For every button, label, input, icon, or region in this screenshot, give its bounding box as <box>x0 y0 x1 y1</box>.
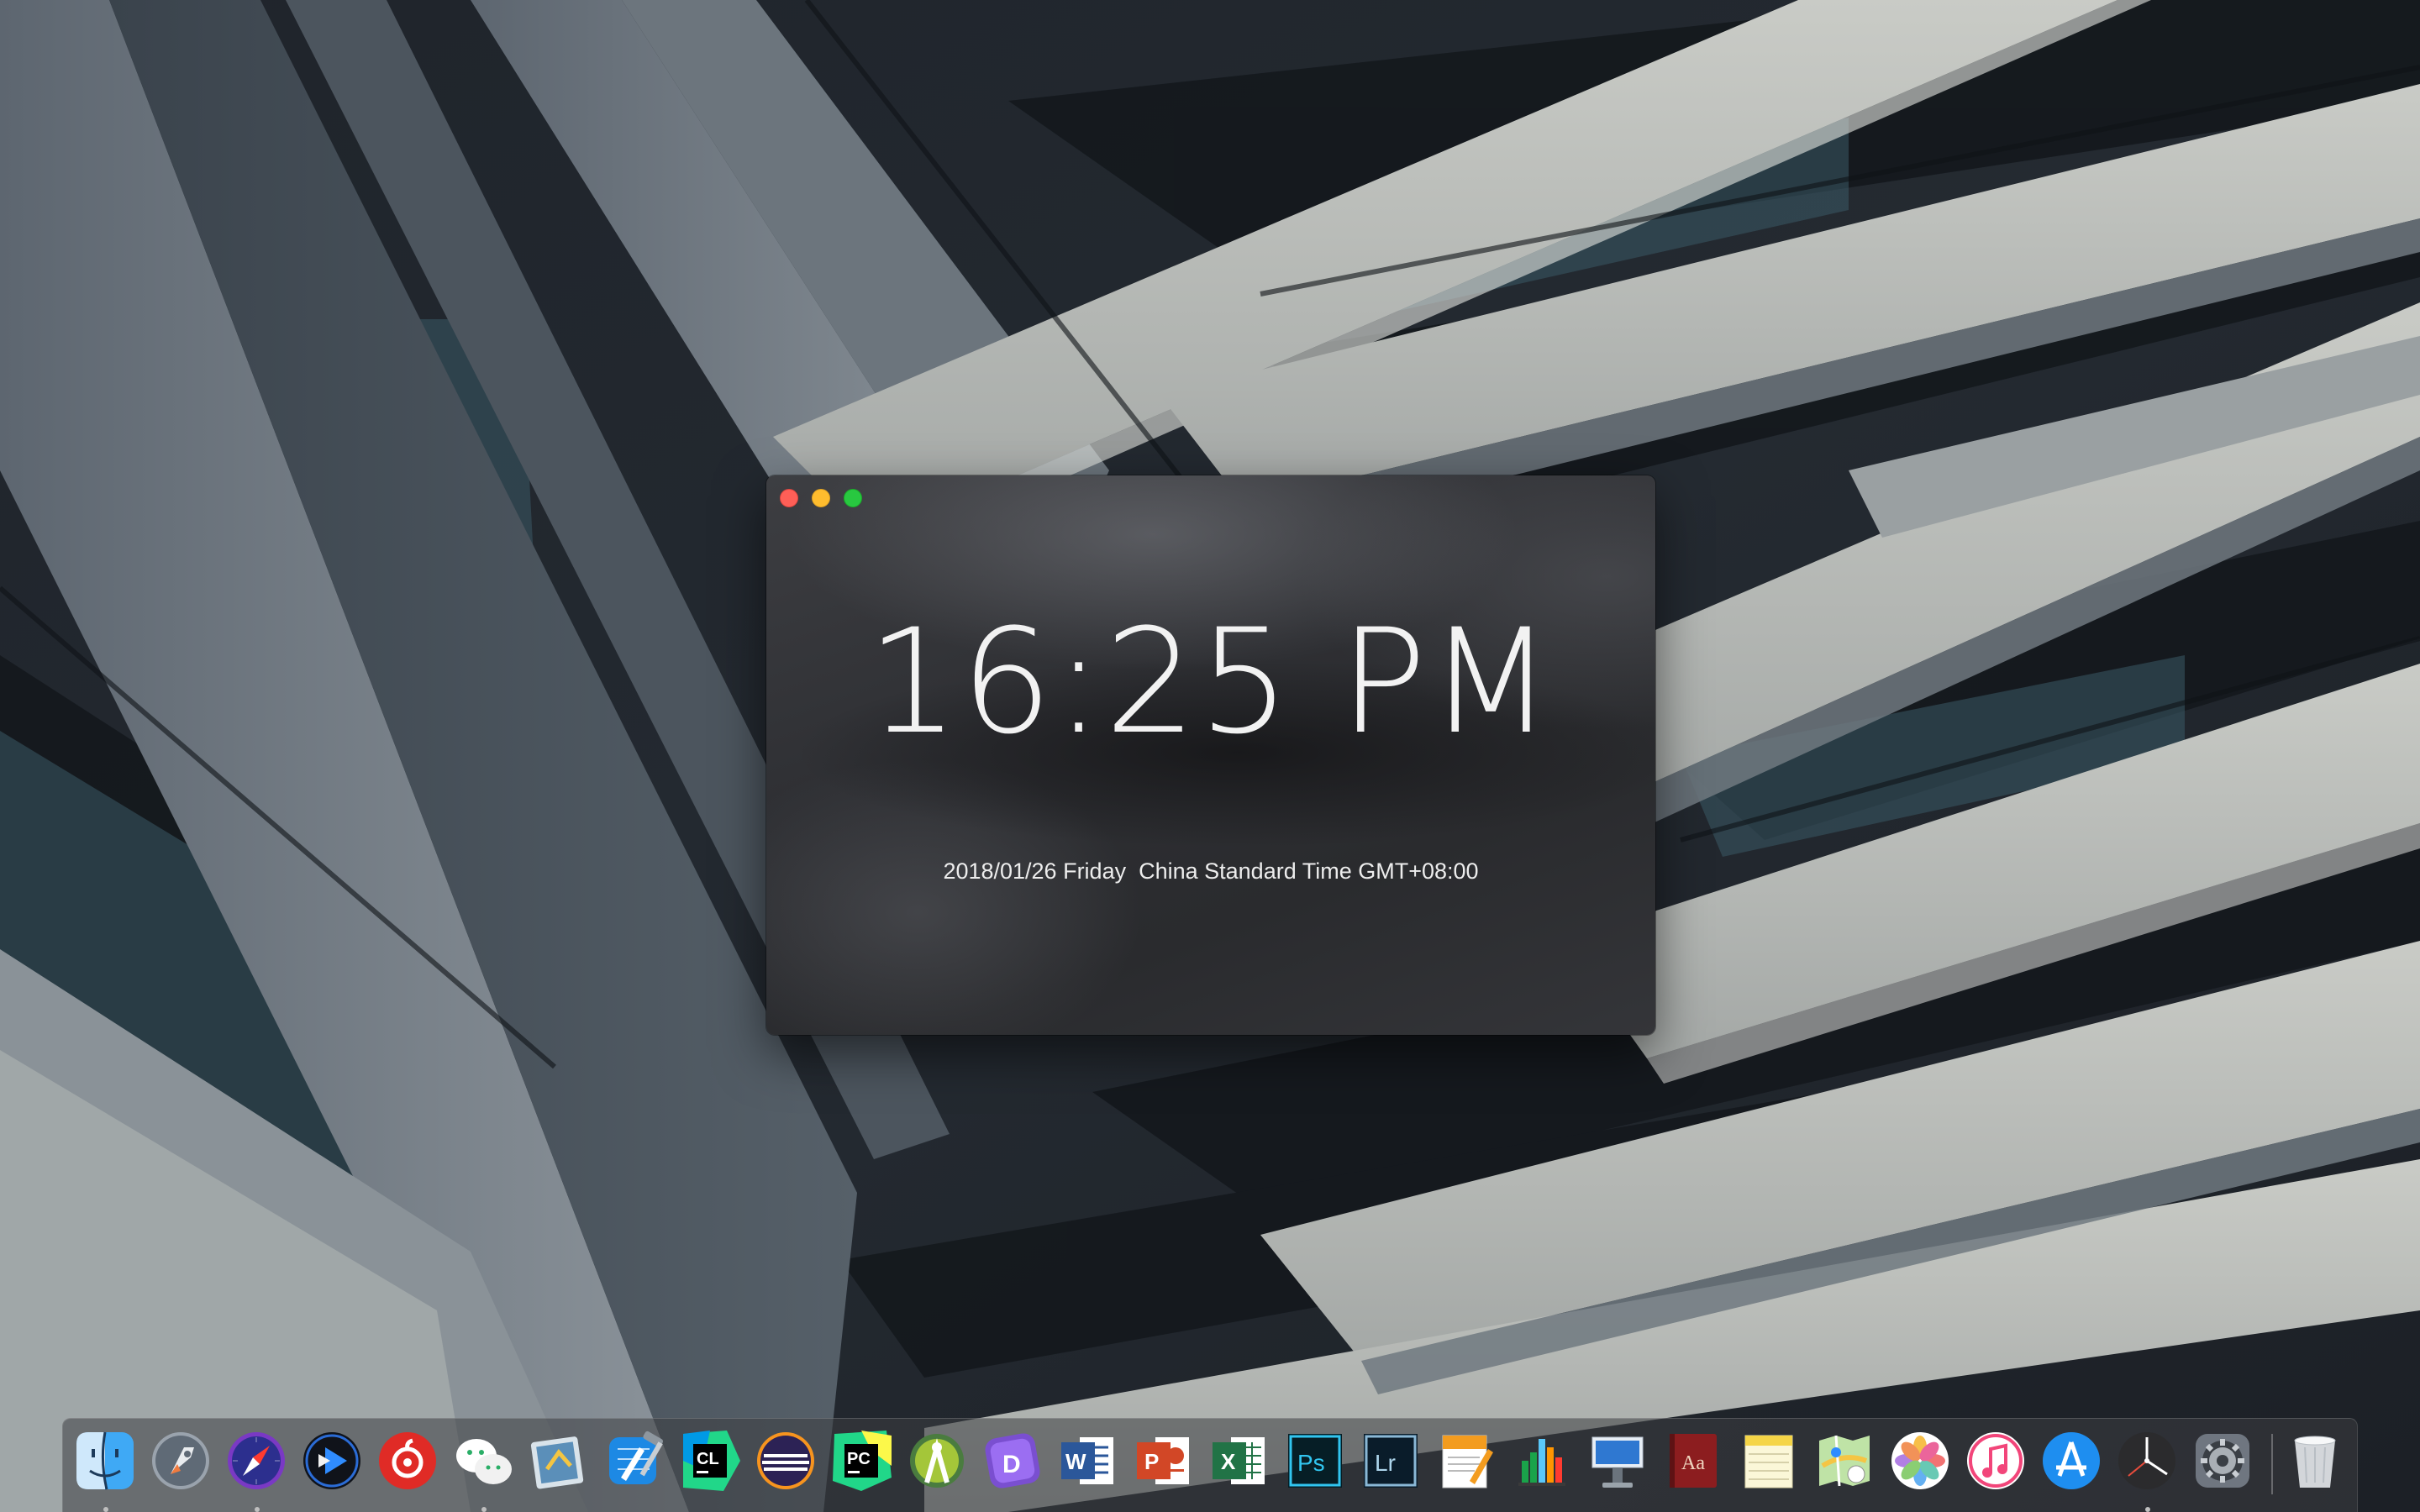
eclipse-icon <box>757 1432 814 1489</box>
powerpoint-label: P <box>1144 1449 1159 1474</box>
dock-app-notes[interactable] <box>1735 1427 1802 1494</box>
dock-app-clock[interactable] <box>2113 1427 2181 1512</box>
itunes-icon <box>1967 1432 2024 1489</box>
dock-app-lightroom[interactable]: Lr <box>1357 1427 1424 1494</box>
dock-app-launchpad[interactable] <box>147 1427 214 1494</box>
photos-icon <box>1891 1432 1949 1489</box>
finder-icon <box>76 1431 134 1490</box>
android-studio-icon <box>910 1434 964 1488</box>
pycharm-icon: PC <box>833 1431 892 1491</box>
dock-app-word[interactable]: W <box>1055 1427 1122 1494</box>
dock-app-app-store[interactable] <box>2038 1427 2105 1494</box>
pages-icon <box>1442 1435 1493 1488</box>
dock-app-excel[interactable]: X <box>1206 1427 1273 1494</box>
dock-app-system-preferences[interactable] <box>2189 1427 2256 1494</box>
dictionary-label: Aa <box>1681 1452 1705 1474</box>
dock-app-maps[interactable] <box>1811 1427 1878 1494</box>
dock-app-pages[interactable] <box>1433 1427 1500 1494</box>
photoshop-icon: Ps <box>1288 1434 1342 1488</box>
clion-icon: CL <box>683 1431 740 1491</box>
clion-label: CL <box>697 1450 719 1468</box>
dock-app-photos[interactable] <box>1886 1427 1954 1494</box>
trash-icon <box>2294 1436 2336 1488</box>
dock-app-numbers[interactable] <box>1508 1427 1576 1494</box>
dock-separator <box>2271 1434 2273 1494</box>
word-label: W <box>1065 1449 1086 1474</box>
dock-app-trash[interactable] <box>2281 1427 2349 1494</box>
dock-app-mail[interactable] <box>525 1427 592 1494</box>
close-button[interactable] <box>780 489 798 507</box>
dock-app-clion[interactable]: CL <box>676 1427 744 1494</box>
system-preferences-icon <box>2196 1434 2249 1488</box>
running-indicator <box>255 1507 260 1512</box>
running-indicator <box>481 1507 487 1512</box>
word-icon: W <box>1061 1437 1113 1484</box>
dock-app-pycharm[interactable]: PC <box>828 1427 895 1494</box>
lightroom-label: Lr <box>1375 1450 1396 1476</box>
dock-app-finder[interactable] <box>71 1427 139 1512</box>
infuse-icon <box>303 1432 360 1489</box>
excel-label: X <box>1221 1449 1236 1474</box>
dock-app-infuse[interactable] <box>298 1427 366 1494</box>
clock-icon <box>2118 1432 2175 1489</box>
launchpad-icon <box>152 1432 209 1489</box>
powerpoint-icon: P <box>1137 1437 1189 1484</box>
window-controls <box>780 489 862 507</box>
app-store-icon <box>2043 1432 2100 1489</box>
dock-app-itunes[interactable] <box>1962 1427 2029 1494</box>
dock-app-keynote[interactable] <box>1584 1427 1651 1494</box>
running-indicator <box>103 1507 108 1512</box>
time-display: 16:25 PM <box>866 597 1555 766</box>
clock-window[interactable]: 16:25 PM 2018/01/26 Friday China Standar… <box>766 475 1655 1035</box>
safari-icon <box>228 1432 285 1489</box>
dash-icon: D <box>985 1433 1040 1488</box>
dictionary-icon: Aa <box>1670 1434 1717 1488</box>
xcode-icon <box>609 1431 664 1484</box>
running-indicator <box>2145 1507 2150 1512</box>
pycharm-label: PC <box>847 1450 871 1468</box>
photoshop-label: Ps <box>1297 1450 1325 1476</box>
numbers-icon <box>1518 1439 1565 1486</box>
mail-icon <box>530 1436 584 1489</box>
dock-app-safari[interactable] <box>223 1427 290 1512</box>
netease-music-icon <box>379 1432 436 1489</box>
dock-app-netease-music[interactable] <box>374 1427 441 1494</box>
lightroom-icon: Lr <box>1364 1434 1418 1488</box>
dock: CL PC D W P X Ps Lr Aa <box>62 1418 2358 1512</box>
dash-label: D <box>1002 1451 1021 1478</box>
zoom-button[interactable] <box>844 489 862 507</box>
minimize-button[interactable] <box>812 489 830 507</box>
keynote-icon <box>1591 1436 1644 1488</box>
excel-icon: X <box>1213 1437 1265 1484</box>
dock-app-wechat[interactable] <box>450 1427 517 1512</box>
dock-app-dash[interactable]: D <box>979 1427 1046 1494</box>
wechat-icon <box>456 1439 512 1484</box>
dock-app-dictionary[interactable]: Aa <box>1660 1427 1727 1494</box>
date-display: 2018/01/26 Friday China Standard Time GM… <box>943 858 1479 884</box>
maps-icon <box>1819 1435 1870 1487</box>
dock-app-photoshop[interactable]: Ps <box>1281 1427 1349 1494</box>
dock-app-xcode[interactable] <box>601 1427 668 1494</box>
dock-app-android-studio[interactable] <box>903 1427 971 1494</box>
dock-app-powerpoint[interactable]: P <box>1130 1427 1197 1494</box>
dock-app-eclipse[interactable] <box>752 1427 819 1494</box>
notes-icon <box>1744 1435 1793 1488</box>
